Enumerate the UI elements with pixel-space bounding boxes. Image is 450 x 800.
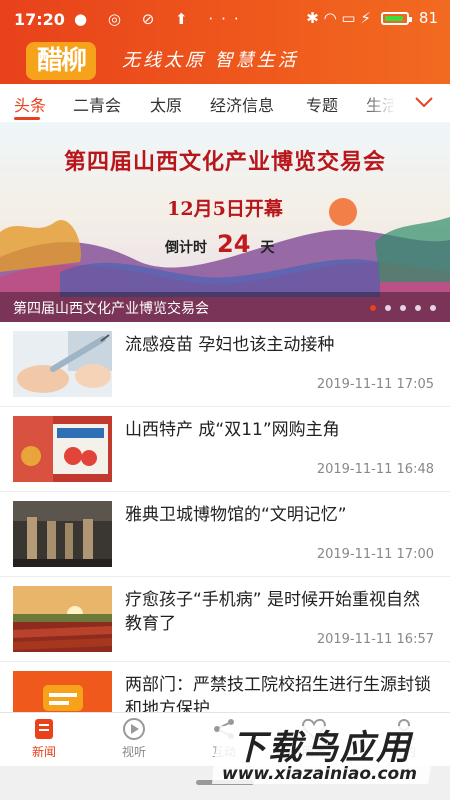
carousel-dots: [370, 305, 436, 311]
carousel-dot[interactable]: [370, 305, 376, 311]
channel-tabs: 头条 二青会 太原 经济信息 专题 生活: [0, 84, 450, 123]
carousel-dot[interactable]: [430, 305, 436, 311]
sunset-field-photo: [13, 586, 112, 652]
nav-video-label: 视听: [121, 745, 146, 759]
news-time: 2019-11-11 17:00: [316, 547, 434, 562]
carousel-dot[interactable]: [415, 305, 421, 311]
battery-level: 81: [418, 9, 438, 27]
vaccine-photo: [13, 331, 112, 397]
countdown-unit: 天: [260, 240, 275, 256]
tab-fade: [360, 84, 410, 122]
status-time: 17:20: [14, 10, 65, 29]
news-time: 2019-11-11 16:57: [316, 632, 434, 647]
banner-title: 第四届山西文化产业博览交易会: [63, 149, 386, 175]
countdown-prefix: 倒计时: [165, 240, 207, 256]
news-item[interactable]: 疗愈孩子“手机病” 是时候开始重视自然教育了 2019-11-11 16:57: [0, 577, 450, 662]
news-title: 山西特产 成“双11”网购主角: [125, 420, 340, 440]
watermark: 下载鸟应用 www.xiazainiao.com: [212, 720, 444, 788]
news-item[interactable]: 山西特产 成“双11”网购主角 2019-11-11 16:48: [0, 407, 450, 492]
battery-icon: [380, 11, 412, 25]
countdown: 倒计时 24 天: [165, 230, 274, 258]
notification-icons: ● ◎ ⊘ ⬆ ···: [74, 10, 247, 28]
tab-headlines[interactable]: 头条: [14, 92, 46, 116]
chevron-down-icon[interactable]: [414, 94, 434, 110]
specialty-box-photo: [13, 416, 112, 482]
nav-news-label: 新闻: [31, 745, 56, 759]
news-icon: [35, 719, 53, 739]
app-slogan: 无线太原 智慧生活: [122, 50, 299, 71]
app-logo[interactable]: 醋柳: [26, 42, 96, 80]
news-item[interactable]: 雅典卫城博物馆的“文明记忆” 2019-11-11 17:00: [0, 492, 450, 577]
banner-carousel[interactable]: 第四届山西文化产业博览交易会 12月5日开幕 倒计时 24 天 第四届山西文化产业博…: [0, 122, 450, 322]
tab-special[interactable]: 专题: [306, 92, 338, 116]
system-status-icons: ✱ ◠ ▭ ⚡: [306, 9, 371, 27]
museum-statues-photo: [13, 501, 112, 567]
status-bar: 17:20 ● ◎ ⊘ ⬆ ··· ✱ ◠ ▭ ⚡ 81: [0, 0, 450, 40]
news-item[interactable]: 流感疫苗 孕妇也该主动接种 2019-11-11 17:05: [0, 322, 450, 407]
banner-date: 12月5日开幕: [167, 198, 283, 220]
nav-video[interactable]: 视听: [104, 717, 164, 760]
tab-second-youth-games[interactable]: 二青会: [73, 92, 121, 116]
news-title: 疗愈孩子“手机病” 是时候开始重视自然教育了: [125, 590, 421, 634]
system-icons: ✱ ◠ ▭ ⚡ 81: [306, 9, 438, 27]
active-tab-indicator: [14, 117, 40, 120]
tab-economy[interactable]: 经济信息: [210, 92, 274, 116]
news-title: 流感疫苗 孕妇也该主动接种: [125, 335, 335, 355]
nav-news[interactable]: 新闻: [14, 717, 74, 760]
tab-taiyuan[interactable]: 太原: [150, 92, 182, 116]
watermark-title: 下载鸟应用: [232, 728, 412, 768]
carousel-dot[interactable]: [385, 305, 391, 311]
news-title: 雅典卫城博物馆的“文明记忆”: [125, 505, 347, 525]
app-header: 醋柳 无线太原 智慧生活: [0, 40, 450, 84]
play-icon: [123, 718, 145, 740]
news-time: 2019-11-11 16:48: [316, 462, 434, 477]
carousel-dot[interactable]: [400, 305, 406, 311]
watermark-url: www.xiazainiao.com: [222, 764, 417, 784]
news-time: 2019-11-11 17:05: [316, 377, 434, 392]
banner-caption: 第四届山西文化产业博览交易会: [13, 301, 209, 317]
countdown-value: 24: [217, 230, 251, 258]
